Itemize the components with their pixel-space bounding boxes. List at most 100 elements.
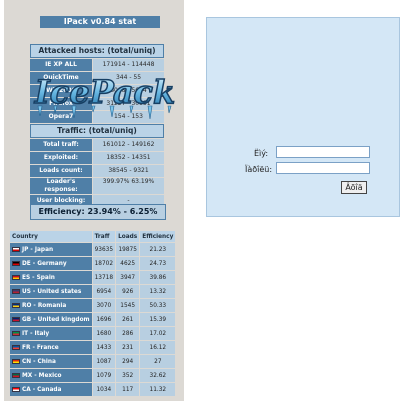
traffic-header: Traffic: (total/uniq) xyxy=(30,124,164,138)
flag-ca-icon xyxy=(12,386,20,392)
loads-cell: 926 xyxy=(116,285,140,298)
country-row: RO - Romania 3070 1545 50.33 xyxy=(10,299,176,312)
country-cell: FR - France xyxy=(10,341,92,354)
flag-cn-icon xyxy=(12,358,20,364)
loads-cell: 117 xyxy=(116,383,140,396)
country-name: MX - Mexico xyxy=(22,372,62,379)
traffic-label: Loads count: xyxy=(30,165,92,177)
flag-gb-icon xyxy=(12,316,20,322)
efficiency-cell: 15.39 xyxy=(140,313,176,326)
traff-cell: 1034 xyxy=(92,383,116,396)
country-name: JP - Japan xyxy=(22,246,54,253)
loads-cell: 231 xyxy=(116,341,140,354)
country-table: Country Traff Loads Efficiency JP - Japa… xyxy=(9,230,177,397)
column-header-traff: Traff xyxy=(92,231,116,242)
login-label: Ëìý: xyxy=(254,149,269,158)
country-name: RO - Romania xyxy=(22,302,67,309)
login-panel xyxy=(206,17,400,217)
login-button[interactable]: Âõîä xyxy=(341,181,367,194)
loads-cell: 261 xyxy=(116,313,140,326)
traffic-row: Exploited: 18352 - 14351 xyxy=(30,152,164,164)
efficiency-summary: Efficiency: 23.94% - 6.25% xyxy=(30,204,166,220)
icepack-logo-text: IcePack xyxy=(34,73,175,111)
efficiency-cell: 27 xyxy=(140,355,176,368)
loads-cell: 3947 xyxy=(116,271,140,284)
traff-cell: 93635 xyxy=(92,243,116,256)
traffic-value: 161012 - 149162 xyxy=(93,139,164,151)
loads-cell: 19875 xyxy=(116,243,140,256)
traff-cell: 1696 xyxy=(92,313,116,326)
country-name: CA - Canada xyxy=(22,386,62,393)
traff-cell: 18702 xyxy=(92,257,116,270)
country-cell: CA - Canada xyxy=(10,383,92,396)
country-name: IT - Italy xyxy=(22,330,50,337)
traffic-panel: Traffic: (total/uniq) Total traff: 16101… xyxy=(30,124,164,207)
traffic-row: Loader's response: 399.97% 63.19% xyxy=(30,178,164,194)
efficiency-cell: 32.62 xyxy=(140,369,176,382)
flag-jp-icon xyxy=(12,246,20,252)
loads-cell: 1545 xyxy=(116,299,140,312)
traff-cell: 13718 xyxy=(92,271,116,284)
traff-cell: 3070 xyxy=(92,299,116,312)
country-table-body: JP - Japan 93635 19875 21.23 DE - Germany 187… xyxy=(10,243,176,396)
country-name: DE - Germany xyxy=(22,260,67,267)
column-header-country: Country xyxy=(10,231,92,242)
country-cell: MX - Mexico xyxy=(10,369,92,382)
efficiency-cell: 17.02 xyxy=(140,327,176,340)
column-header-efficiency: Efficiency xyxy=(140,231,176,242)
traffic-label: Exploited: xyxy=(30,152,92,164)
traff-cell: 1433 xyxy=(92,341,116,354)
country-row: US - United states 6954 926 13.32 xyxy=(10,285,176,298)
flag-us-icon xyxy=(12,288,20,294)
icepack-logo: IcePack xyxy=(33,72,176,120)
efficiency-cell: 11.32 xyxy=(140,383,176,396)
traffic-label: Total traff: xyxy=(30,139,92,151)
traff-cell: 1680 xyxy=(92,327,116,340)
country-row: DE - Germany 18702 4625 24.73 xyxy=(10,257,176,270)
country-name: US - United states xyxy=(22,288,82,295)
efficiency-cell: 21.23 xyxy=(140,243,176,256)
country-table-header-row: Country Traff Loads Efficiency xyxy=(10,231,176,242)
login-input[interactable] xyxy=(276,146,370,158)
password-input[interactable] xyxy=(276,162,370,174)
flag-de-icon xyxy=(12,260,20,266)
efficiency-cell: 13.32 xyxy=(140,285,176,298)
loads-cell: 286 xyxy=(116,327,140,340)
country-cell: US - United states xyxy=(10,285,92,298)
country-cell: JP - Japan xyxy=(10,243,92,256)
password-label: Ïàðîëü: xyxy=(245,165,273,174)
loads-cell: 4625 xyxy=(116,257,140,270)
country-row: JP - Japan 93635 19875 21.23 xyxy=(10,243,176,256)
traffic-value: 38545 - 9321 xyxy=(93,165,164,177)
stats-title: IPack v0.84 stat xyxy=(40,16,160,28)
country-name: CN - China xyxy=(22,358,56,365)
flag-fr-icon xyxy=(12,344,20,350)
flag-es-icon xyxy=(12,274,20,280)
country-cell: GB - United kingdom xyxy=(10,313,92,326)
traffic-row: Loads count: 38545 - 9321 xyxy=(30,165,164,177)
traffic-label: Loader's response: xyxy=(30,178,92,194)
country-cell: ES - Spain xyxy=(10,271,92,284)
attacked-hosts-header: Attacked hosts: (total/uniq) xyxy=(30,44,164,58)
country-row: MX - Mexico 1079 352 32.62 xyxy=(10,369,176,382)
country-name: ES - Spain xyxy=(22,274,55,281)
efficiency-cell: 24.73 xyxy=(140,257,176,270)
country-row: CA - Canada 1034 117 11.32 xyxy=(10,383,176,396)
traffic-row: Total traff: 161012 - 149162 xyxy=(30,139,164,151)
traff-cell: 1087 xyxy=(92,355,116,368)
flag-mx-icon xyxy=(12,372,20,378)
traffic-value: 399.97% 63.19% xyxy=(93,178,164,194)
country-cell: IT - Italy xyxy=(10,327,92,340)
traff-cell: 1079 xyxy=(92,369,116,382)
flag-it-icon xyxy=(12,330,20,336)
efficiency-cell: 16.12 xyxy=(140,341,176,354)
country-row: FR - France 1433 231 16.12 xyxy=(10,341,176,354)
country-row: GB - United kingdom 1696 261 15.39 xyxy=(10,313,176,326)
column-header-loads: Loads xyxy=(116,231,140,242)
efficiency-cell: 50.33 xyxy=(140,299,176,312)
country-row: CN - China 1087 294 27 xyxy=(10,355,176,368)
flag-ro-icon xyxy=(12,302,20,308)
country-row: IT - Italy 1680 286 17.02 xyxy=(10,327,176,340)
traffic-value: 18352 - 14351 xyxy=(93,152,164,164)
country-name: GB - United kingdom xyxy=(22,316,90,323)
